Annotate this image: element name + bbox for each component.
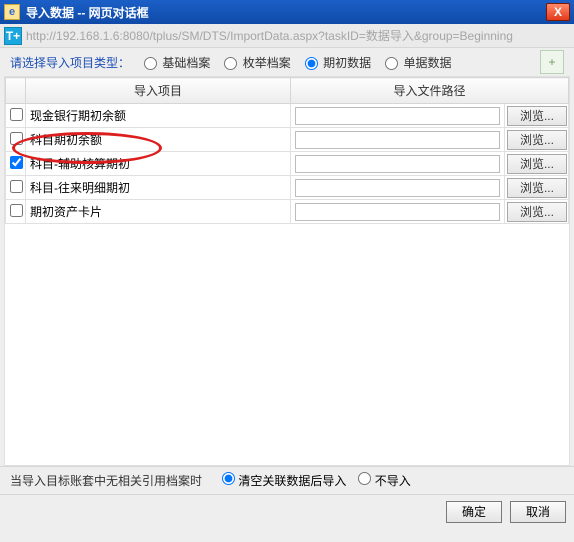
row-checkbox[interactable] bbox=[10, 204, 23, 217]
missing-ref-label: 当导入目标账套中无相关引用档案时 bbox=[10, 472, 202, 489]
row-checkbox[interactable] bbox=[10, 108, 23, 121]
corner-icon[interactable]: + bbox=[540, 50, 564, 74]
row-checkbox[interactable] bbox=[10, 156, 23, 169]
row-item-name: 科目-往来明细期初 bbox=[26, 176, 291, 200]
browse-button[interactable]: 浏览... bbox=[507, 178, 567, 198]
table-row: 科目-往来明细期初 浏览... bbox=[6, 176, 569, 200]
browse-button[interactable]: 浏览... bbox=[507, 130, 567, 150]
header-item: 导入项目 bbox=[26, 78, 291, 104]
filter-option[interactable]: 期初数据 bbox=[305, 56, 371, 70]
filter-option[interactable]: 基础档案 bbox=[144, 56, 210, 70]
url-text: http://192.168.1.6:8080/tplus/SM/DTS/Imp… bbox=[26, 27, 513, 44]
filter-bar: 请选择导入项目类型： 基础档案 枚举档案 期初数据 单据数据 + bbox=[0, 48, 574, 76]
table-row: 期初资产卡片 浏览... bbox=[6, 200, 569, 224]
table-row: 科目-辅助核算期初 浏览... bbox=[6, 152, 569, 176]
row-path-input[interactable] bbox=[295, 179, 500, 197]
ok-button[interactable]: 确定 bbox=[446, 501, 502, 523]
row-path-input[interactable] bbox=[295, 131, 500, 149]
cancel-button[interactable]: 取消 bbox=[510, 501, 566, 523]
filter-label: 请选择导入项目类型： bbox=[10, 54, 130, 71]
title-bar: e 导入数据 -- 网页对话框 X bbox=[0, 0, 574, 24]
window-title: 导入数据 -- 网页对话框 bbox=[26, 4, 546, 21]
row-path-input[interactable] bbox=[295, 155, 500, 173]
ie-icon: e bbox=[4, 4, 20, 20]
table-row: 科目期初余额 浏览... bbox=[6, 128, 569, 152]
row-item-name: 期初资产卡片 bbox=[26, 200, 291, 224]
header-path: 导入文件路径 bbox=[291, 78, 569, 104]
filter-option[interactable]: 枚举档案 bbox=[224, 56, 290, 70]
row-checkbox[interactable] bbox=[10, 132, 23, 145]
button-bar: 确定 取消 bbox=[0, 494, 574, 528]
browse-button[interactable]: 浏览... bbox=[507, 106, 567, 126]
missing-ref-option[interactable]: 不导入 bbox=[358, 474, 410, 488]
row-path-input[interactable] bbox=[295, 203, 500, 221]
missing-ref-bar: 当导入目标账套中无相关引用档案时 清空关联数据后导入 不导入 bbox=[0, 466, 574, 494]
filter-option[interactable]: 单据数据 bbox=[385, 56, 451, 70]
row-item-name: 现金银行期初余额 bbox=[26, 104, 291, 128]
row-checkbox[interactable] bbox=[10, 180, 23, 193]
tplus-icon: T+ bbox=[4, 27, 22, 45]
import-table: 导入项目 导入文件路径 现金银行期初余额浏览...科目期初余额浏览...科目-辅… bbox=[4, 76, 570, 466]
row-item-name: 科目-辅助核算期初 bbox=[26, 152, 291, 176]
address-bar: T+ http://192.168.1.6:8080/tplus/SM/DTS/… bbox=[0, 24, 574, 48]
browse-button[interactable]: 浏览... bbox=[507, 154, 567, 174]
browse-button[interactable]: 浏览... bbox=[507, 202, 567, 222]
missing-ref-option[interactable]: 清空关联数据后导入 bbox=[222, 474, 346, 488]
table-row: 现金银行期初余额 浏览... bbox=[6, 104, 569, 128]
row-path-input[interactable] bbox=[295, 107, 500, 125]
close-button[interactable]: X bbox=[546, 3, 570, 21]
header-checkbox bbox=[6, 78, 26, 104]
row-item-name: 科目期初余额 bbox=[26, 128, 291, 152]
